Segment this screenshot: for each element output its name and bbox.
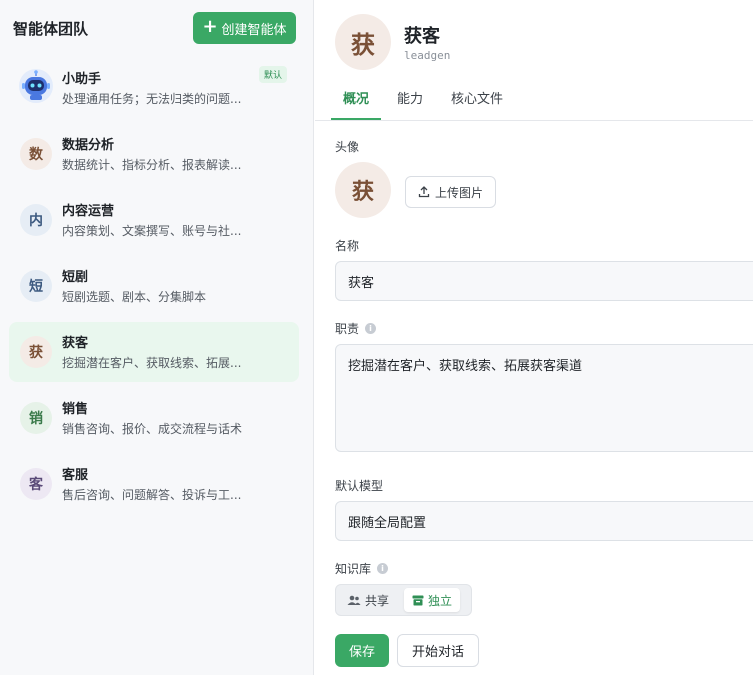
agent-avatar: 获 bbox=[20, 336, 52, 368]
agent-avatar: 销 bbox=[20, 402, 52, 434]
agent-item-sales[interactable]: 销 销售 销售咨询、报价、成交流程与话术 bbox=[9, 388, 299, 448]
agent-desc: 售后咨询、问题解答、投诉与工... bbox=[62, 488, 242, 502]
name-label-text: 名称 bbox=[335, 239, 360, 253]
info-icon[interactable]: i bbox=[365, 323, 377, 334]
upload-image-button[interactable]: 上传图片 bbox=[405, 176, 496, 208]
create-agent-label: 创建智能体 bbox=[221, 22, 287, 38]
agent-title: 获客 bbox=[404, 26, 440, 47]
start-chat-button[interactable]: 开始对话 bbox=[397, 634, 479, 667]
agent-item-content-ops[interactable]: 内 内容运营 内容策划、文案撰写、账号与社... bbox=[9, 190, 299, 250]
model-label-text: 默认模型 bbox=[335, 479, 384, 493]
agent-avatar: 短 bbox=[20, 270, 52, 302]
agent-avatar: 数 bbox=[20, 138, 52, 170]
robot-icon bbox=[19, 69, 53, 103]
upload-icon bbox=[418, 186, 430, 198]
agent-id: leadgen bbox=[404, 49, 451, 62]
kb-label-text: 知识库 bbox=[335, 562, 372, 576]
agent-item-lead-gen[interactable]: 获 获客 挖掘潜在客户、获取线索、拓展... bbox=[9, 322, 299, 382]
avatar-preview: 获 bbox=[335, 162, 391, 218]
agent-desc: 短剧选题、剧本、分集脚本 bbox=[62, 290, 207, 304]
default-badge: 默认 bbox=[258, 66, 287, 83]
upload-label: 上传图片 bbox=[434, 185, 483, 200]
agent-name: 客服 bbox=[62, 468, 89, 483]
name-label: 名称 bbox=[335, 237, 359, 254]
header-avatar: 获 bbox=[335, 14, 391, 70]
info-icon[interactable]: i bbox=[377, 563, 389, 574]
model-select[interactable]: 跟随全局配置 bbox=[335, 501, 753, 541]
avatar-label: 头像 bbox=[335, 138, 359, 155]
agent-avatar: 客 bbox=[20, 468, 52, 500]
agent-name: 短剧 bbox=[62, 270, 89, 285]
tab-core-files[interactable]: 核心文件 bbox=[451, 88, 503, 107]
agent-item-customer-service[interactable]: 客 客服 售后咨询、问题解答、投诉与工... bbox=[9, 454, 299, 514]
agent-detail-panel: 获 获客 leadgen 概况 能力 核心文件 头像 获 上传图片 名称 获客 … bbox=[315, 0, 753, 675]
tab-bar: 概况 能力 核心文件 bbox=[315, 84, 753, 121]
kb-label: 知识库 i bbox=[335, 560, 389, 577]
agent-desc: 销售咨询、报价、成交流程与话术 bbox=[62, 422, 243, 436]
agent-desc: 挖掘潜在客户、获取线索、拓展... bbox=[62, 356, 242, 370]
agent-name: 获客 bbox=[62, 336, 89, 351]
sidebar-title: 智能体团队 bbox=[13, 20, 89, 38]
tab-overview[interactable]: 概况 bbox=[343, 88, 369, 107]
agent-desc: 数据统计、指标分析、报表解读... bbox=[62, 158, 242, 172]
avatar-label-text: 头像 bbox=[335, 140, 360, 154]
agent-name: 内容运营 bbox=[62, 204, 115, 219]
kb-shared-label: 共享 bbox=[365, 593, 390, 608]
kb-mode-toggle: 共享 独立 bbox=[335, 584, 472, 616]
agent-name: 销售 bbox=[62, 402, 89, 417]
tab-capabilities[interactable]: 能力 bbox=[397, 88, 423, 107]
name-input[interactable]: 获客 bbox=[335, 261, 753, 301]
agent-avatar: 内 bbox=[20, 204, 52, 236]
plus-icon: + bbox=[202, 16, 218, 37]
users-icon bbox=[347, 595, 361, 605]
save-button[interactable]: 保存 bbox=[335, 634, 389, 667]
create-agent-button[interactable]: + 创建智能体 bbox=[193, 12, 296, 44]
agent-item-assistant[interactable]: 小助手 默认 处理通用任务；无法归类的问题... bbox=[9, 58, 299, 118]
tab-active-indicator bbox=[331, 118, 381, 120]
kb-independent-label: 独立 bbox=[428, 593, 453, 608]
agent-name: 数据分析 bbox=[62, 138, 115, 153]
role-label-text: 职责 bbox=[335, 322, 360, 336]
agent-desc: 处理通用任务；无法归类的问题... bbox=[62, 92, 242, 106]
role-label: 职责 i bbox=[335, 320, 377, 337]
archive-icon bbox=[412, 595, 424, 605]
agent-sidebar: 智能体团队 + 创建智能体 小助手 默认 处理通用任务；无法归类的问题... 数… bbox=[0, 0, 314, 675]
model-label: 默认模型 bbox=[335, 477, 383, 494]
agent-name: 小助手 bbox=[62, 72, 102, 87]
agent-item-data-analysis[interactable]: 数 数据分析 数据统计、指标分析、报表解读... bbox=[9, 124, 299, 184]
kb-independent-option[interactable]: 独立 bbox=[404, 588, 461, 612]
agent-item-short-drama[interactable]: 短 短剧 短剧选题、剧本、分集脚本 bbox=[9, 256, 299, 316]
role-textarea[interactable]: 挖掘潜在客户、获取线索、拓展获客渠道 bbox=[335, 344, 753, 452]
kb-shared-option[interactable]: 共享 bbox=[339, 588, 397, 612]
agent-desc: 内容策划、文案撰写、账号与社... bbox=[62, 224, 242, 238]
